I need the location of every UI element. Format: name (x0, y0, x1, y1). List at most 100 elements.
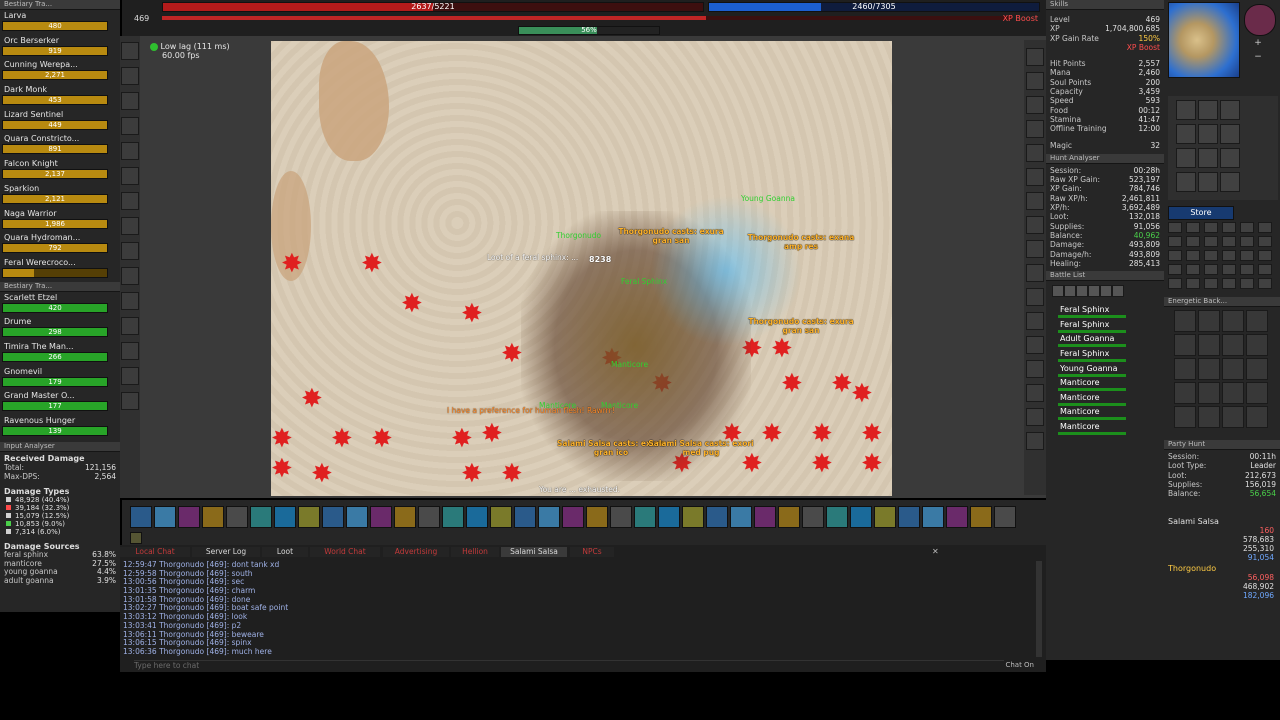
action-shortcut-icon[interactable] (121, 242, 139, 260)
chat-on-button[interactable]: Chat On (1005, 661, 1034, 669)
battle-entry[interactable]: Manticore (1046, 378, 1164, 393)
hotbar-slot[interactable] (898, 506, 920, 528)
control-button[interactable] (1222, 278, 1236, 289)
hotbar-slot[interactable] (346, 506, 368, 528)
side-shortcut-icon[interactable] (1026, 48, 1044, 66)
hotbar-slot[interactable] (562, 506, 584, 528)
control-button[interactable] (1168, 236, 1182, 247)
side-shortcut-icon[interactable] (1026, 144, 1044, 162)
equipment-slot[interactable] (1176, 100, 1196, 120)
backpack-slot[interactable] (1174, 382, 1196, 404)
control-button[interactable] (1204, 250, 1218, 261)
minimap-compass[interactable] (1244, 4, 1276, 36)
control-button[interactable] (1204, 236, 1218, 247)
input-analyser-title[interactable]: Input Analyser (0, 441, 120, 452)
control-button[interactable] (1186, 264, 1200, 275)
hotbar-slot[interactable] (778, 506, 800, 528)
bestiary-entry[interactable]: Timira The Man... 266 (0, 341, 120, 366)
bestiary-entry[interactable]: Feral Werecroco... (0, 257, 120, 282)
control-button[interactable] (1222, 264, 1236, 275)
action-shortcut-icon[interactable] (121, 317, 139, 335)
backpack-slot[interactable] (1246, 382, 1268, 404)
bestiary-entry[interactable]: Sparkion 2,121 (0, 183, 120, 208)
control-button[interactable] (1222, 222, 1236, 233)
battle-filter-icon[interactable] (1112, 285, 1124, 298)
chat-tab[interactable]: Local Chat (120, 547, 190, 557)
hotbar-slot[interactable] (874, 506, 896, 528)
equipment-slot[interactable] (1220, 172, 1240, 192)
side-shortcut-icon[interactable] (1026, 192, 1044, 210)
control-button[interactable] (1222, 236, 1236, 247)
hotbar-slot[interactable] (634, 506, 656, 528)
control-button[interactable] (1240, 278, 1254, 289)
chat-tab[interactable]: Server Log (192, 547, 260, 557)
bestiary-entry[interactable]: Dark Monk 453 (0, 84, 120, 109)
hotbar-slot[interactable] (178, 506, 200, 528)
battle-entry[interactable]: Feral Sphinx (1046, 349, 1164, 364)
backpack-slot[interactable] (1246, 310, 1268, 332)
hotbar-slot[interactable] (826, 506, 848, 528)
hotbar-slot[interactable] (706, 506, 728, 528)
creature-name-manticore-1[interactable]: Manticore (611, 360, 648, 369)
side-shortcut-icon[interactable] (1026, 432, 1044, 450)
hotbar-slot[interactable] (970, 506, 992, 528)
action-shortcut-icon[interactable] (121, 292, 139, 310)
chat-close-icon[interactable]: ✕ (932, 548, 940, 556)
hotbar-slot[interactable] (802, 506, 824, 528)
side-shortcut-icon[interactable] (1026, 72, 1044, 90)
backpack-slot[interactable] (1222, 310, 1244, 332)
equipment-slot[interactable] (1198, 100, 1218, 120)
hotbar-slot[interactable] (226, 506, 248, 528)
chat-tab[interactable]: Loot (262, 547, 308, 557)
equipment-slot[interactable] (1220, 100, 1240, 120)
creature-name-young-goanna[interactable]: Young Goanna (741, 194, 795, 203)
equipment-slot[interactable] (1220, 124, 1240, 144)
battle-entry[interactable]: Feral Sphinx (1046, 305, 1164, 320)
action-shortcut-icon[interactable] (121, 67, 139, 85)
battle-filter-icon[interactable] (1100, 285, 1112, 298)
side-shortcut-icon[interactable] (1026, 120, 1044, 138)
hotbar-slot[interactable] (130, 506, 152, 528)
side-shortcut-icon[interactable] (1026, 96, 1044, 114)
backpack-slot[interactable] (1198, 382, 1220, 404)
bestiary-entry[interactable]: Quara Constricto... 891 (0, 133, 120, 158)
bestiary-entry[interactable]: Lizard Sentinel 449 (0, 109, 120, 134)
hotbar-slot[interactable] (850, 506, 872, 528)
hotbar-slot[interactable] (490, 506, 512, 528)
side-shortcut-icon[interactable] (1026, 216, 1044, 234)
minimap[interactable] (1168, 2, 1240, 78)
action-shortcut-icon[interactable] (121, 142, 139, 160)
chat-tab[interactable]: Salami Salsa (501, 547, 567, 557)
equipment-slot[interactable] (1220, 148, 1240, 168)
side-shortcut-icon[interactable] (1026, 408, 1044, 426)
control-button[interactable] (1222, 250, 1236, 261)
action-shortcut-icon[interactable] (121, 267, 139, 285)
minimap-zoom-in-icon[interactable]: + (1252, 38, 1264, 48)
backpack-slot[interactable] (1246, 334, 1268, 356)
side-shortcut-icon[interactable] (1026, 168, 1044, 186)
store-button[interactable]: Store (1168, 206, 1234, 220)
hotbar-slot[interactable] (130, 532, 142, 544)
minimap-zoom-out-icon[interactable]: − (1252, 52, 1264, 62)
backpack-slot[interactable] (1222, 334, 1244, 356)
backpack-slot[interactable] (1174, 358, 1196, 380)
hotbar-slot[interactable] (730, 506, 752, 528)
action-shortcut-icon[interactable] (121, 367, 139, 385)
action-shortcut-icon[interactable] (121, 392, 139, 410)
energetic-backpack-title[interactable]: Energetic Back... (1164, 297, 1280, 307)
bestiary-entry[interactable]: Larva 480 (0, 10, 120, 35)
battle-entry[interactable]: Adult Goanna (1046, 334, 1164, 349)
party-hunt-title[interactable]: Party Hunt (1164, 440, 1280, 450)
battle-filter-icon[interactable] (1052, 285, 1064, 298)
side-shortcut-icon[interactable] (1026, 312, 1044, 330)
action-shortcut-icon[interactable] (121, 117, 139, 135)
battle-entry[interactable]: Manticore (1046, 393, 1164, 408)
side-shortcut-icon[interactable] (1026, 360, 1044, 378)
bestiary-entry[interactable]: Grand Master O... 177 (0, 390, 120, 415)
chat-input[interactable]: Type here to chat (134, 660, 1004, 670)
hotbar-slot[interactable] (418, 506, 440, 528)
control-button[interactable] (1240, 222, 1254, 233)
equipment-slot[interactable] (1198, 172, 1218, 192)
chat-scrollbar[interactable] (1036, 561, 1042, 657)
control-button[interactable] (1186, 236, 1200, 247)
